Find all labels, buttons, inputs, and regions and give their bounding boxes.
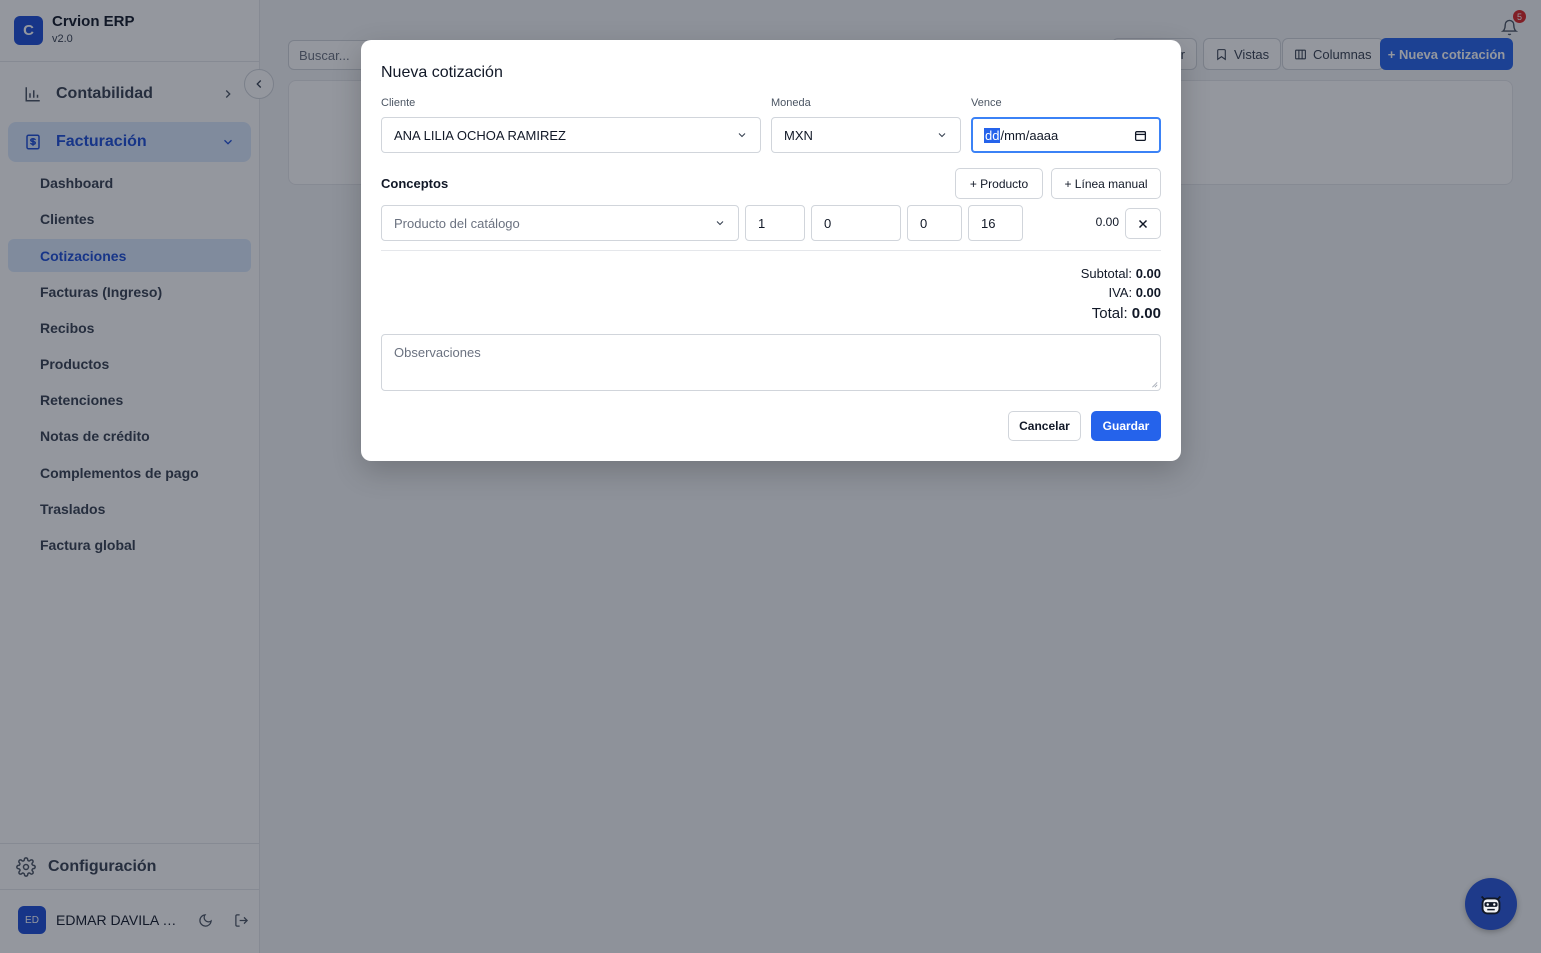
iva-value: 0.00: [1135, 285, 1161, 300]
close-icon: [1138, 219, 1148, 228]
chevron-down-icon: [716, 221, 724, 226]
due-date-day-segment: dd: [984, 127, 1001, 143]
product-placeholder: Producto del catálogo: [394, 215, 520, 231]
total-label: Total:: [1091, 305, 1128, 322]
due-date-input[interactable]: dd/mm/aaaa: [971, 117, 1161, 153]
save-button[interactable]: Guardar: [1091, 411, 1161, 441]
dialog-title: Nueva cotización: [381, 64, 503, 81]
tax-rate-value: 16: [981, 215, 996, 231]
quantity-value: 1: [758, 215, 766, 231]
add-manual-line-button[interactable]: + Línea manual: [1051, 168, 1161, 199]
cancel-button[interactable]: Cancelar: [1008, 411, 1081, 441]
currency-select[interactable]: MXN: [771, 117, 961, 153]
due-date-rest: /mm/aaaa: [1000, 127, 1059, 143]
unit-price-input[interactable]: 0: [811, 205, 901, 241]
divider: [381, 250, 1161, 251]
line-total: 0.00: [1095, 215, 1119, 229]
notes-textarea[interactable]: Observaciones: [381, 334, 1161, 391]
subtotal-label: Subtotal:: [1080, 266, 1133, 281]
remove-line-button[interactable]: [1125, 208, 1161, 239]
product-select[interactable]: Producto del catálogo: [381, 205, 739, 241]
due-date-value: dd/mm/aaaa: [984, 127, 1134, 143]
subtotal-value: 0.00: [1135, 266, 1161, 281]
resize-handle-icon[interactable]: [1150, 380, 1158, 388]
client-value: ANA LILIA OCHOA RAMIREZ: [394, 127, 566, 143]
client-select[interactable]: ANA LILIA OCHOA RAMIREZ: [381, 117, 761, 153]
discount-input[interactable]: 0: [907, 205, 962, 241]
notes-placeholder: Observaciones: [394, 345, 481, 360]
robot-mascot-icon: [1480, 895, 1502, 915]
currency-label: Moneda: [771, 97, 811, 109]
add-product-button[interactable]: + Producto: [955, 168, 1043, 199]
chevron-down-icon: [738, 133, 746, 138]
chevron-down-icon: [938, 133, 946, 138]
tax-rate-input[interactable]: 16: [968, 205, 1023, 241]
calendar-icon[interactable]: [1134, 129, 1147, 142]
assistant-button[interactable]: [1465, 878, 1517, 930]
currency-value: MXN: [784, 127, 813, 143]
new-quote-dialog: Nueva cotización Cliente ANA LILIA OCHOA…: [361, 40, 1181, 461]
total-row: Total: 0.00: [1092, 305, 1161, 322]
iva-row: IVA: 0.00: [1108, 285, 1161, 300]
quantity-input[interactable]: 1: [745, 205, 805, 241]
total-value: 0.00: [1131, 305, 1161, 322]
due-date-label: Vence: [971, 97, 1002, 109]
iva-label: IVA:: [1108, 285, 1133, 300]
subtotal-row: Subtotal: 0.00: [1081, 266, 1161, 281]
client-label: Cliente: [381, 97, 416, 109]
discount-value: 0: [920, 215, 928, 231]
unit-price-value: 0: [824, 215, 832, 231]
concepts-heading: Conceptos: [381, 176, 449, 191]
